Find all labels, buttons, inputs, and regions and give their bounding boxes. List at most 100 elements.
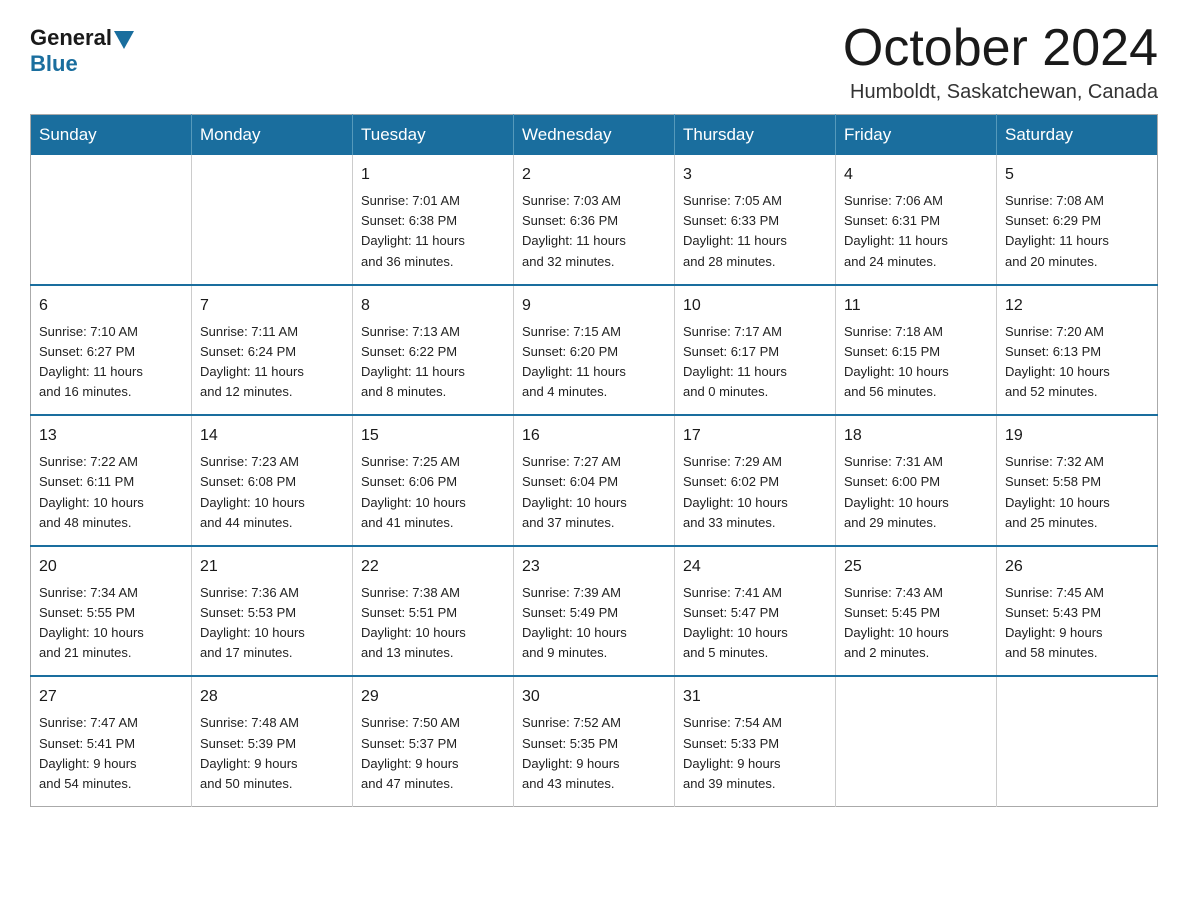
day-info: Sunrise: 7:05 AM Sunset: 6:33 PM Dayligh… bbox=[683, 191, 827, 272]
day-number: 5 bbox=[1005, 163, 1149, 187]
calendar-cell: 16 Sunrise: 7:27 AM Sunset: 6:04 PM Dayli… bbox=[514, 415, 675, 546]
day-info: Sunrise: 7:38 AM Sunset: 5:51 PM Dayligh… bbox=[361, 583, 505, 664]
day-number: 7 bbox=[200, 294, 344, 318]
weekday-header-row: SundayMondayTuesdayWednesdayThursdayFrid… bbox=[31, 115, 1158, 156]
calendar-cell bbox=[836, 676, 997, 806]
day-info: Sunrise: 7:39 AM Sunset: 5:49 PM Dayligh… bbox=[522, 583, 666, 664]
day-info: Sunrise: 7:13 AM Sunset: 6:22 PM Dayligh… bbox=[361, 322, 505, 403]
day-info: Sunrise: 7:23 AM Sunset: 6:08 PM Dayligh… bbox=[200, 452, 344, 533]
weekday-header-wednesday: Wednesday bbox=[514, 115, 675, 156]
calendar-cell: 11Sunrise: 7:18 AM Sunset: 6:15 PM Dayli… bbox=[836, 285, 997, 416]
day-number: 30 bbox=[522, 685, 666, 709]
location-title: Humboldt, Saskatchewan, Canada bbox=[843, 81, 1158, 104]
calendar-cell: 12 Sunrise: 7:20 AM Sunset: 6:13 PM Dayli… bbox=[997, 285, 1158, 416]
weekday-header-monday: Monday bbox=[192, 115, 353, 156]
day-info: Sunrise: 7:31 AM Sunset: 6:00 PM Dayligh… bbox=[844, 452, 988, 533]
calendar-table: SundayMondayTuesdayWednesdayThursdayFrid… bbox=[30, 114, 1158, 807]
weekday-header-thursday: Thursday bbox=[675, 115, 836, 156]
calendar-cell: 13 Sunrise: 7:22 AM Sunset: 6:11 PM Dayli… bbox=[31, 415, 192, 546]
day-number: 31 bbox=[683, 685, 827, 709]
day-info: Sunrise: 7:18 AM Sunset: 6:15 PM Dayligh… bbox=[844, 322, 988, 403]
day-info: Sunrise: 7:48 AM Sunset: 5:39 PM Dayligh… bbox=[200, 713, 344, 794]
day-info: Sunrise: 7:52 AM Sunset: 5:35 PM Dayligh… bbox=[522, 713, 666, 794]
day-info: Sunrise: 7:32 AM Sunset: 5:58 PM Dayligh… bbox=[1005, 452, 1149, 533]
day-number: 23 bbox=[522, 555, 666, 579]
day-number: 3 bbox=[683, 163, 827, 187]
day-info: Sunrise: 7:11 AM Sunset: 6:24 PM Dayligh… bbox=[200, 322, 344, 403]
month-title: October 2024 bbox=[843, 20, 1158, 77]
calendar-cell: 20Sunrise: 7:34 AM Sunset: 5:55 PM Dayli… bbox=[31, 546, 192, 677]
day-number: 15 bbox=[361, 424, 505, 448]
calendar-cell: 30 Sunrise: 7:52 AM Sunset: 5:35 PM Dayli… bbox=[514, 676, 675, 806]
day-number: 14 bbox=[200, 424, 344, 448]
calendar-cell bbox=[31, 155, 192, 285]
calendar-cell: 14 Sunrise: 7:23 AM Sunset: 6:08 PM Dayli… bbox=[192, 415, 353, 546]
calendar-cell: 15 Sunrise: 7:25 AM Sunset: 6:06 PM Dayli… bbox=[353, 415, 514, 546]
day-number: 2 bbox=[522, 163, 666, 187]
day-info: Sunrise: 7:34 AM Sunset: 5:55 PM Dayligh… bbox=[39, 583, 183, 664]
header: General Blue October 2024 Humboldt, Sask… bbox=[30, 20, 1158, 104]
calendar-cell: 3 Sunrise: 7:05 AM Sunset: 6:33 PM Daylig… bbox=[675, 155, 836, 285]
day-number: 8 bbox=[361, 294, 505, 318]
weekday-header-tuesday: Tuesday bbox=[353, 115, 514, 156]
calendar-cell: 10 Sunrise: 7:17 AM Sunset: 6:17 PM Dayli… bbox=[675, 285, 836, 416]
day-info: Sunrise: 7:54 AM Sunset: 5:33 PM Dayligh… bbox=[683, 713, 827, 794]
day-number: 21 bbox=[200, 555, 344, 579]
calendar-cell: 2Sunrise: 7:03 AM Sunset: 6:36 PM Daylig… bbox=[514, 155, 675, 285]
calendar-cell: 21Sunrise: 7:36 AM Sunset: 5:53 PM Dayli… bbox=[192, 546, 353, 677]
logo-general-text: General bbox=[30, 25, 112, 51]
calendar-cell: 1Sunrise: 7:01 AM Sunset: 6:38 PM Daylig… bbox=[353, 155, 514, 285]
calendar-cell: 5 Sunrise: 7:08 AM Sunset: 6:29 PM Daylig… bbox=[997, 155, 1158, 285]
calendar-week-row: 6Sunrise: 7:10 AM Sunset: 6:27 PM Daylig… bbox=[31, 285, 1158, 416]
weekday-header-friday: Friday bbox=[836, 115, 997, 156]
day-number: 26 bbox=[1005, 555, 1149, 579]
day-number: 29 bbox=[361, 685, 505, 709]
calendar-cell: 23 Sunrise: 7:39 AM Sunset: 5:49 PM Dayli… bbox=[514, 546, 675, 677]
day-number: 28 bbox=[200, 685, 344, 709]
calendar-cell: 24 Sunrise: 7:41 AM Sunset: 5:47 PM Dayli… bbox=[675, 546, 836, 677]
day-number: 6 bbox=[39, 294, 183, 318]
day-info: Sunrise: 7:15 AM Sunset: 6:20 PM Dayligh… bbox=[522, 322, 666, 403]
calendar-cell bbox=[192, 155, 353, 285]
day-number: 22 bbox=[361, 555, 505, 579]
day-number: 9 bbox=[522, 294, 666, 318]
day-info: Sunrise: 7:50 AM Sunset: 5:37 PM Dayligh… bbox=[361, 713, 505, 794]
weekday-header-saturday: Saturday bbox=[997, 115, 1158, 156]
calendar-cell: 17 Sunrise: 7:29 AM Sunset: 6:02 PM Dayli… bbox=[675, 415, 836, 546]
logo-blue-text: Blue bbox=[30, 51, 78, 77]
day-info: Sunrise: 7:29 AM Sunset: 6:02 PM Dayligh… bbox=[683, 452, 827, 533]
day-info: Sunrise: 7:27 AM Sunset: 6:04 PM Dayligh… bbox=[522, 452, 666, 533]
calendar-cell: 28 Sunrise: 7:48 AM Sunset: 5:39 PM Dayli… bbox=[192, 676, 353, 806]
calendar-cell: 29 Sunrise: 7:50 AM Sunset: 5:37 PM Dayli… bbox=[353, 676, 514, 806]
calendar-cell: 9 Sunrise: 7:15 AM Sunset: 6:20 PM Daylig… bbox=[514, 285, 675, 416]
calendar-cell: 7 Sunrise: 7:11 AM Sunset: 6:24 PM Daylig… bbox=[192, 285, 353, 416]
logo-triangle-icon bbox=[114, 31, 134, 49]
day-info: Sunrise: 7:22 AM Sunset: 6:11 PM Dayligh… bbox=[39, 452, 183, 533]
calendar-cell: 31 Sunrise: 7:54 AM Sunset: 5:33 PM Dayli… bbox=[675, 676, 836, 806]
day-info: Sunrise: 7:25 AM Sunset: 6:06 PM Dayligh… bbox=[361, 452, 505, 533]
calendar-cell: 19 Sunrise: 7:32 AM Sunset: 5:58 PM Dayli… bbox=[997, 415, 1158, 546]
calendar-cell bbox=[997, 676, 1158, 806]
calendar-cell: 8 Sunrise: 7:13 AM Sunset: 6:22 PM Daylig… bbox=[353, 285, 514, 416]
day-number: 10 bbox=[683, 294, 827, 318]
title-area: October 2024 Humboldt, Saskatchewan, Can… bbox=[843, 20, 1158, 104]
day-number: 12 bbox=[1005, 294, 1149, 318]
day-number: 13 bbox=[39, 424, 183, 448]
day-info: Sunrise: 7:41 AM Sunset: 5:47 PM Dayligh… bbox=[683, 583, 827, 664]
day-info: Sunrise: 7:17 AM Sunset: 6:17 PM Dayligh… bbox=[683, 322, 827, 403]
day-number: 4 bbox=[844, 163, 988, 187]
day-number: 24 bbox=[683, 555, 827, 579]
day-number: 16 bbox=[522, 424, 666, 448]
day-number: 18 bbox=[844, 424, 988, 448]
day-number: 19 bbox=[1005, 424, 1149, 448]
day-info: Sunrise: 7:06 AM Sunset: 6:31 PM Dayligh… bbox=[844, 191, 988, 272]
calendar-cell: 18 Sunrise: 7:31 AM Sunset: 6:00 PM Dayli… bbox=[836, 415, 997, 546]
day-info: Sunrise: 7:08 AM Sunset: 6:29 PM Dayligh… bbox=[1005, 191, 1149, 272]
calendar-week-row: 1Sunrise: 7:01 AM Sunset: 6:38 PM Daylig… bbox=[31, 155, 1158, 285]
calendar-week-row: 27Sunrise: 7:47 AM Sunset: 5:41 PM Dayli… bbox=[31, 676, 1158, 806]
weekday-header-sunday: Sunday bbox=[31, 115, 192, 156]
calendar-cell: 4 Sunrise: 7:06 AM Sunset: 6:31 PM Daylig… bbox=[836, 155, 997, 285]
calendar-cell: 22 Sunrise: 7:38 AM Sunset: 5:51 PM Dayli… bbox=[353, 546, 514, 677]
day-number: 17 bbox=[683, 424, 827, 448]
day-info: Sunrise: 7:20 AM Sunset: 6:13 PM Dayligh… bbox=[1005, 322, 1149, 403]
